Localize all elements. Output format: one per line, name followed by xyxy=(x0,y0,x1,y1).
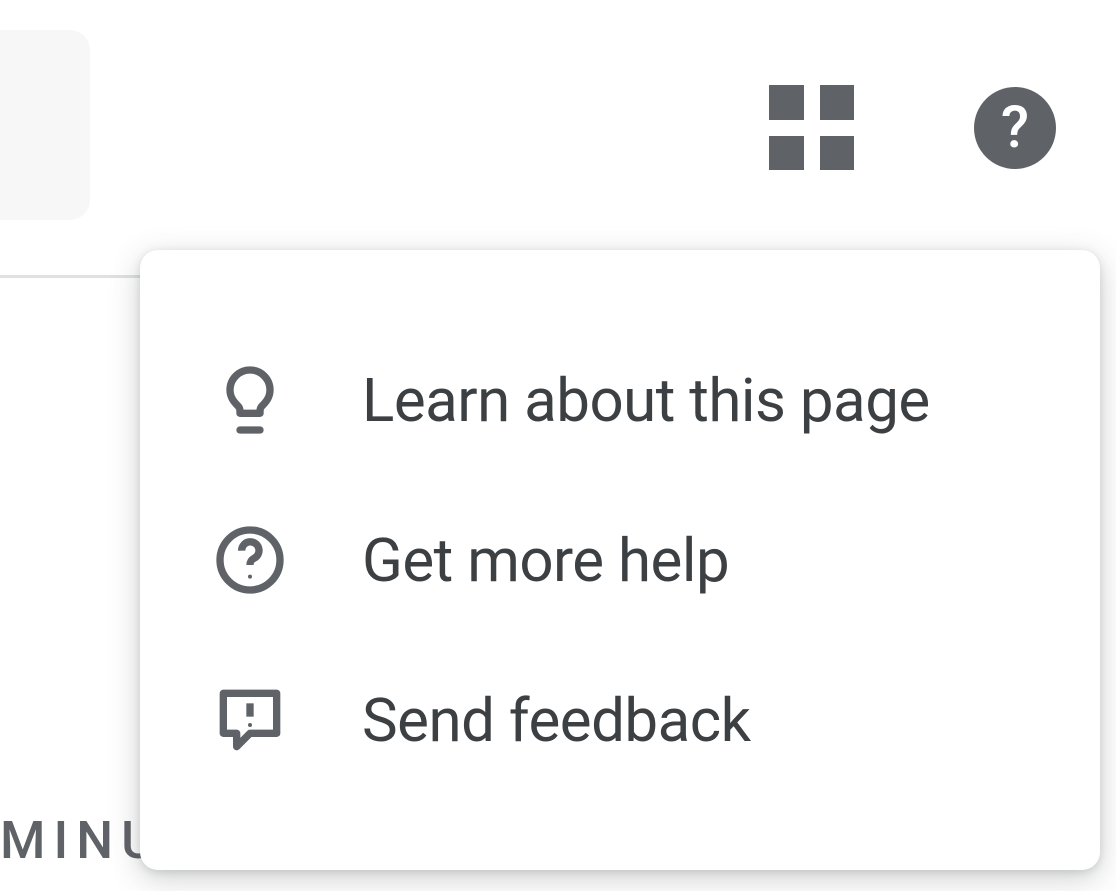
toolbar: ? xyxy=(769,85,1056,170)
lightbulb-icon xyxy=(200,360,300,440)
help-outline-icon xyxy=(200,520,300,600)
menu-item-learn[interactable]: Learn about this page xyxy=(140,320,1100,480)
menu-item-feedback[interactable]: Send feedback xyxy=(140,640,1100,800)
menu-item-label: Send feedback xyxy=(362,685,751,756)
background-clipped-text: MINU xyxy=(0,810,163,871)
header-divider xyxy=(0,275,140,278)
apps-grid-icon[interactable] xyxy=(769,85,854,170)
help-icon[interactable]: ? xyxy=(974,87,1056,169)
menu-item-more-help[interactable]: Get more help xyxy=(140,480,1100,640)
menu-item-label: Get more help xyxy=(362,525,729,596)
help-glyph: ? xyxy=(1001,94,1029,162)
menu-item-label: Learn about this page xyxy=(362,365,930,436)
feedback-icon xyxy=(200,680,300,760)
help-menu: Learn about this page Get more help Send… xyxy=(140,250,1100,870)
header-card xyxy=(0,30,90,220)
